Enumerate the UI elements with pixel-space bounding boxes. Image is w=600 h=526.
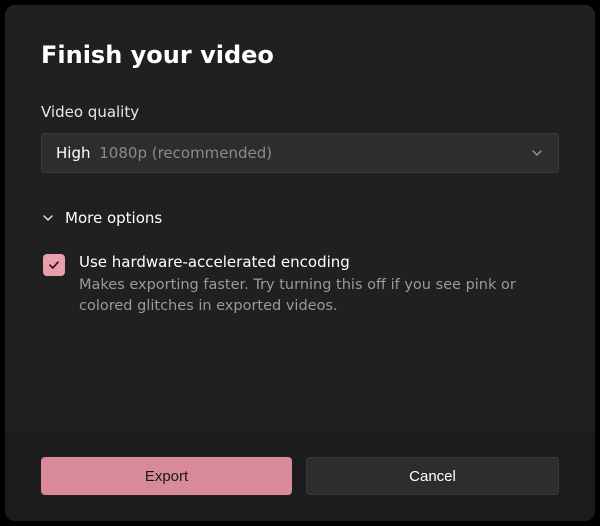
- hw-encoding-checkbox[interactable]: [43, 254, 65, 276]
- dialog-title: Finish your video: [41, 41, 559, 69]
- hw-encoding-label: Use hardware-accelerated encoding: [79, 253, 559, 271]
- dialog-footer: Export Cancel: [5, 431, 595, 521]
- hw-encoding-texts: Use hardware-accelerated encoding Makes …: [79, 253, 559, 317]
- chevron-down-icon: [41, 211, 55, 225]
- video-quality-dropdown[interactable]: High 1080p (recommended): [41, 133, 559, 173]
- chevron-down-icon: [530, 146, 544, 160]
- more-options-expander[interactable]: More options: [41, 209, 559, 227]
- hw-encoding-option: Use hardware-accelerated encoding Makes …: [41, 253, 559, 317]
- cancel-button[interactable]: Cancel: [306, 457, 559, 495]
- export-button[interactable]: Export: [41, 457, 292, 495]
- more-options-label: More options: [65, 209, 162, 227]
- export-dialog: Finish your video Video quality High 108…: [5, 5, 595, 521]
- video-quality-sub: 1080p (recommended): [99, 144, 272, 162]
- hw-encoding-description: Makes exporting faster. Try turning this…: [79, 275, 559, 317]
- video-quality-strong: High: [56, 144, 90, 162]
- dialog-content: Finish your video Video quality High 108…: [5, 5, 595, 431]
- check-icon: [47, 258, 61, 272]
- video-quality-value: High 1080p (recommended): [56, 144, 272, 162]
- video-quality-label: Video quality: [41, 103, 559, 121]
